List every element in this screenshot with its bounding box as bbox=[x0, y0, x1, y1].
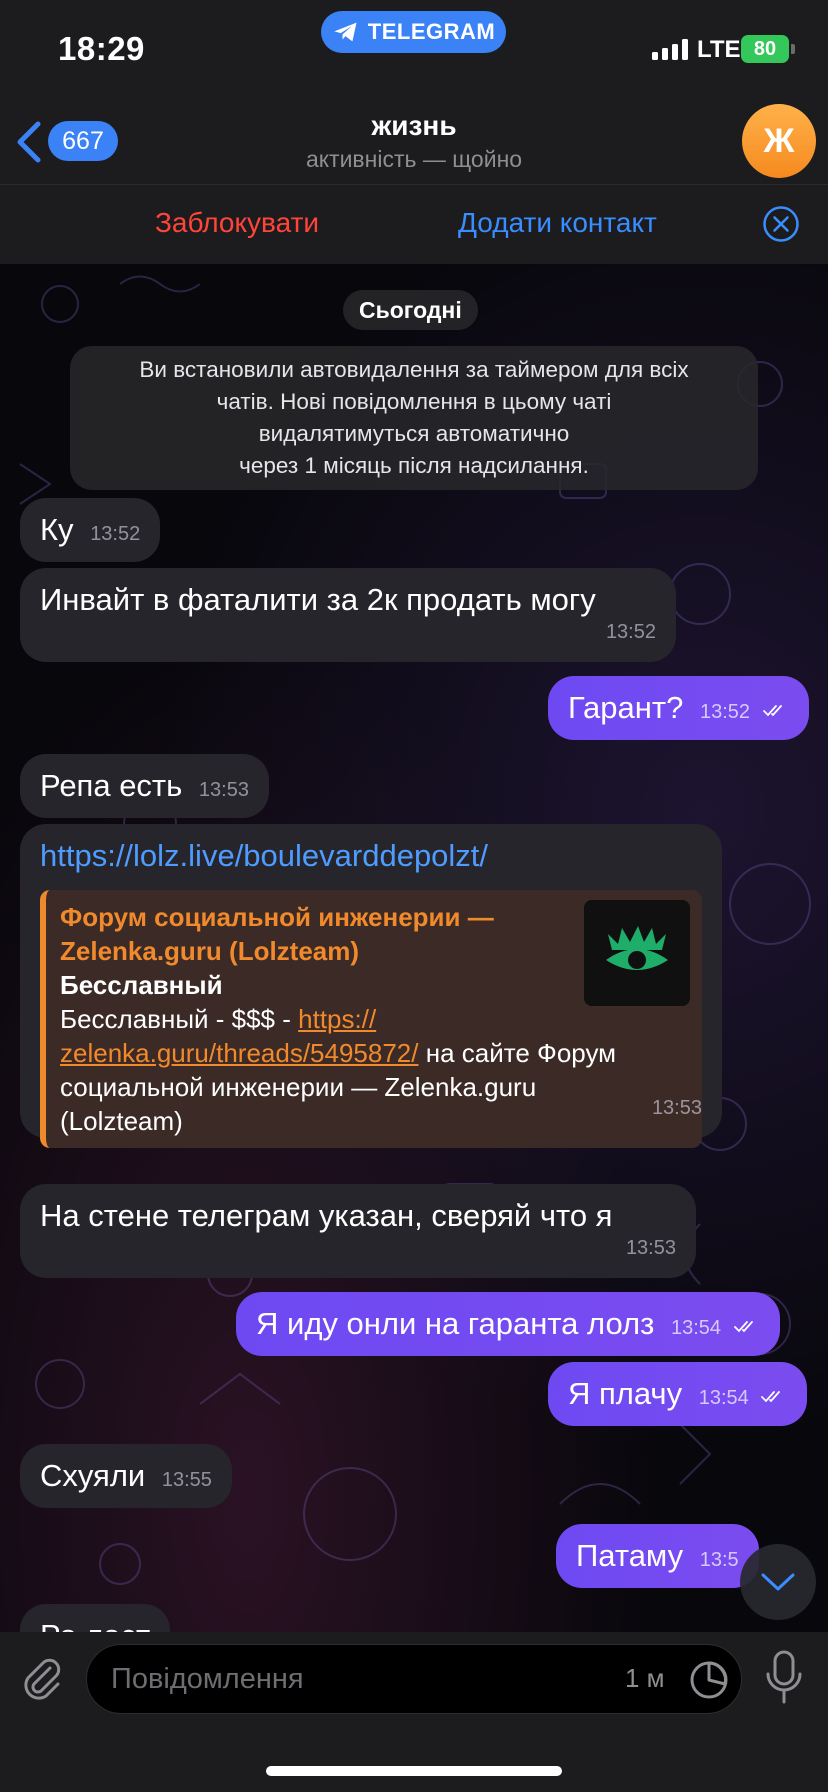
message-field[interactable]: 1 м bbox=[86, 1644, 742, 1714]
battery-icon: 80 bbox=[741, 35, 789, 63]
telegram-pill[interactable]: TELEGRAM bbox=[321, 11, 506, 53]
message-time: 13:52 bbox=[90, 523, 141, 545]
preview-site-name: Zelenka.guru (Lolzteam) bbox=[60, 936, 360, 966]
preview-description: Бесславный - $$$ - https:// zelenka.guru… bbox=[60, 1002, 690, 1138]
close-icon[interactable] bbox=[762, 205, 800, 243]
message-time: 13:55 bbox=[161, 1469, 212, 1491]
message-outgoing[interactable]: Я плачу 13:54 bbox=[548, 1362, 808, 1426]
message-time: 13:5 bbox=[699, 1549, 739, 1571]
message-text: Ро ласт bbox=[40, 1618, 150, 1632]
telegram-icon bbox=[334, 22, 357, 42]
read-checkmarks-icon bbox=[733, 1321, 753, 1333]
signal-icon bbox=[652, 38, 688, 60]
message-text: Гарант? bbox=[568, 690, 684, 725]
autodelete-timer-label[interactable]: 1 м bbox=[625, 1663, 665, 1694]
message-incoming[interactable]: Инвайт в фаталити за 2к продать могу 13:… bbox=[20, 568, 676, 662]
battery-cap bbox=[791, 44, 795, 54]
message-input[interactable] bbox=[111, 1645, 611, 1713]
preview-site-name: Форум социальной инженерии — bbox=[60, 902, 494, 932]
message-incoming[interactable]: Схуяли 13:55 bbox=[20, 1444, 232, 1508]
message-text: Репа есть bbox=[40, 768, 183, 803]
message-incoming[interactable]: Репа есть 13:53 bbox=[20, 754, 269, 818]
message-time: 13:53 bbox=[625, 1237, 676, 1259]
preview-desc-text: на сайте Форум bbox=[418, 1038, 617, 1068]
message-incoming-link[interactable]: https://lolz.live/boulevarddepolzt/ Фору… bbox=[20, 824, 722, 1148]
composer: 1 м bbox=[0, 1632, 828, 1792]
add-contact-button[interactable]: Додати контакт bbox=[458, 207, 657, 239]
zelenka-eye-logo-icon bbox=[584, 900, 690, 1006]
contact-action-bar: Заблокувати Додати контакт bbox=[0, 184, 828, 264]
message-time: 13:53 bbox=[651, 1097, 702, 1119]
status-bar: 18:29 TELEGRAM LTE 80 bbox=[0, 0, 828, 100]
message-time: 13:53 bbox=[198, 779, 249, 801]
read-checkmarks-icon bbox=[762, 705, 782, 717]
preview-desc-link[interactable]: https:// bbox=[298, 1004, 376, 1034]
paperclip-icon[interactable] bbox=[18, 1654, 66, 1702]
service-line: Ви встановили автовидалення за таймером … bbox=[139, 357, 689, 382]
message-text: Я иду онли на гаранта лолз bbox=[256, 1306, 655, 1341]
message-text: Схуяли bbox=[40, 1458, 146, 1493]
message-outgoing[interactable]: Гарант? 13:52 bbox=[548, 676, 809, 740]
service-line: чатів. Нові повідомлення в цьому чаті bbox=[216, 389, 612, 414]
message-outgoing[interactable]: Патаму 13:5 bbox=[556, 1524, 759, 1588]
service-line: видалятимуться автоматично bbox=[258, 421, 570, 446]
read-checkmarks-icon bbox=[761, 1391, 781, 1403]
message-incoming[interactable]: Ро ласт bbox=[20, 1604, 171, 1632]
avatar[interactable]: Ж bbox=[742, 104, 816, 178]
message-list[interactable]: Сьогодні Ви встановили автовидалення за … bbox=[0, 264, 828, 1632]
status-time: 18:29 bbox=[58, 30, 145, 67]
home-indicator bbox=[266, 1766, 562, 1776]
chat-status: активність — щойно bbox=[305, 146, 523, 172]
autodelete-service-message: Ви встановили автовидалення за таймером … bbox=[70, 346, 758, 490]
service-line: через 1 місяць після надсилання. bbox=[239, 453, 589, 478]
link-preview[interactable]: Форум социальной инженерии — Zelenka.gur… bbox=[40, 890, 702, 1148]
scroll-to-bottom-button[interactable] bbox=[740, 1544, 816, 1620]
chevron-down-icon bbox=[761, 1573, 795, 1591]
preview-desc-text: (Lolzteam) bbox=[60, 1106, 183, 1136]
message-link[interactable]: https://lolz.live/boulevarddepolzt/ bbox=[40, 836, 702, 876]
autodelete-timer-icon[interactable] bbox=[689, 1660, 729, 1700]
preview-desc-link[interactable]: zelenka.guru/threads/5495872/ bbox=[60, 1038, 419, 1068]
message-time: 13:54 bbox=[670, 1317, 722, 1339]
network-type: LTE bbox=[697, 36, 741, 63]
microphone-icon[interactable] bbox=[764, 1650, 804, 1706]
message-text: Инвайт в фаталити за 2к продать могу bbox=[40, 582, 596, 617]
block-button[interactable]: Заблокувати bbox=[155, 207, 319, 239]
message-text: Патаму bbox=[576, 1538, 684, 1573]
message-time: 13:52 bbox=[605, 621, 656, 643]
battery-level: 80 bbox=[753, 37, 777, 60]
message-text: Ку bbox=[40, 512, 74, 547]
message-text: На стене телеграм указан, сверяй что я bbox=[40, 1198, 613, 1233]
preview-desc-text: Бесславный - $$$ - bbox=[60, 1004, 299, 1034]
chat-title[interactable]: жизнь bbox=[0, 110, 828, 142]
date-separator: Сьогодні bbox=[343, 290, 478, 330]
preview-desc-text: социальной инженерии — Zelenka.guru bbox=[60, 1072, 537, 1102]
message-time: 13:52 bbox=[699, 701, 751, 723]
message-time: 13:54 bbox=[698, 1387, 749, 1409]
chat-header: 667 жизнь активність — щойно Ж bbox=[0, 100, 828, 184]
message-incoming[interactable]: На стене телеграм указан, сверяй что я 1… bbox=[20, 1184, 696, 1278]
message-outgoing[interactable]: Я иду онли на гаранта лолз 13:54 bbox=[236, 1292, 780, 1356]
telegram-pill-label: TELEGRAM bbox=[367, 19, 496, 44]
message-text: Я плачу bbox=[568, 1376, 683, 1411]
message-incoming[interactable]: Ку 13:52 bbox=[20, 498, 161, 562]
